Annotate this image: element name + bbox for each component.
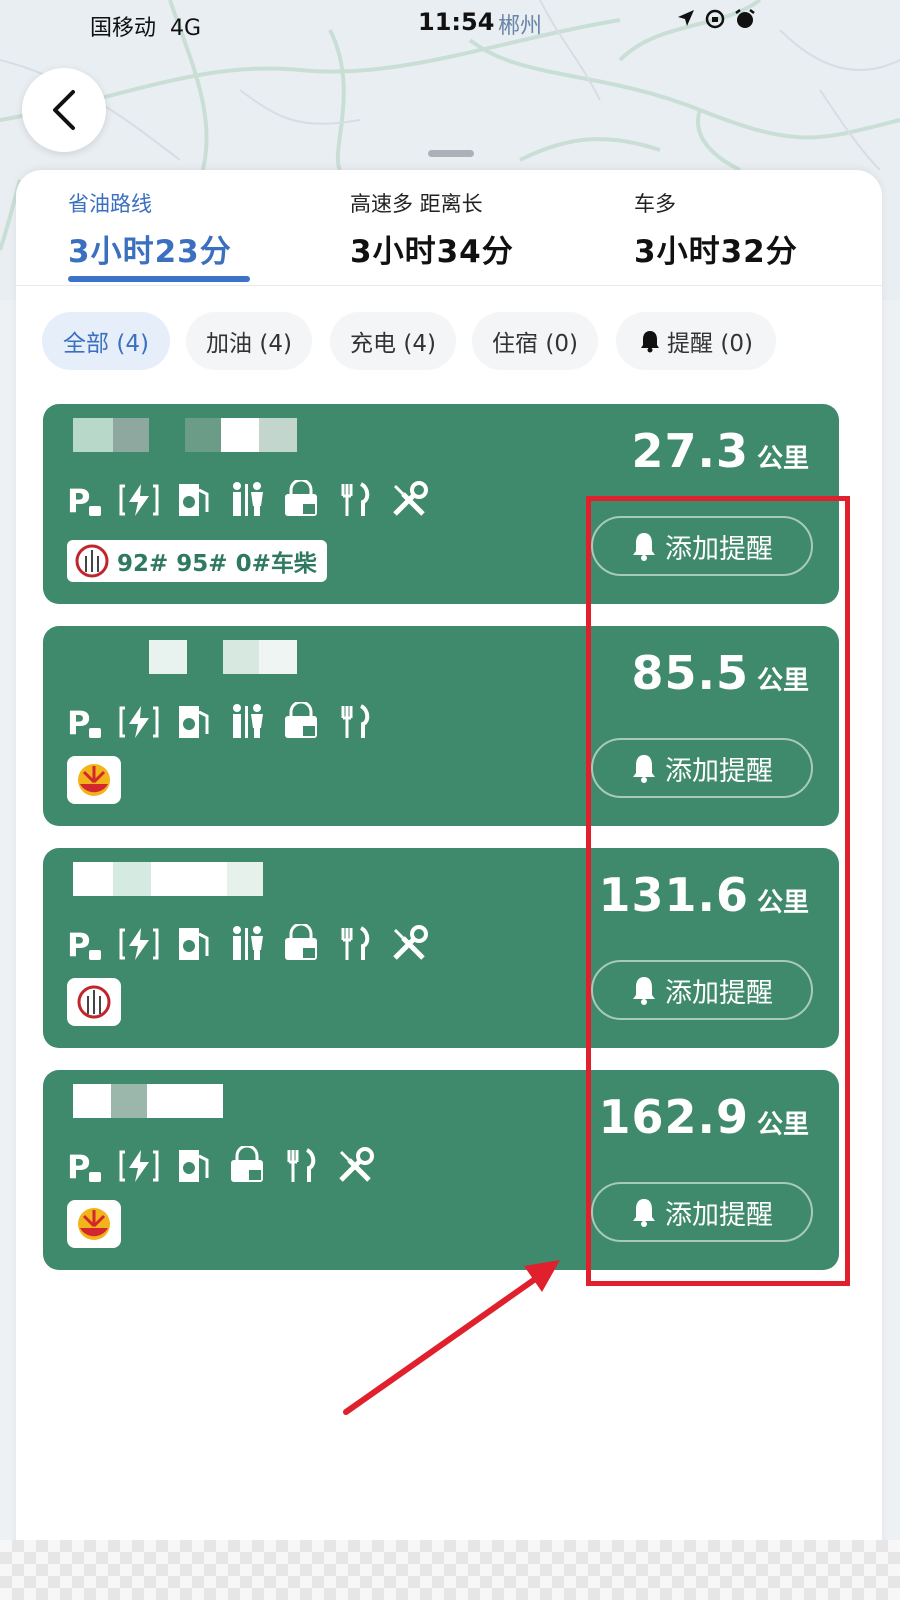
route-label: 车多 (634, 192, 676, 216)
fuel-pump-icon (173, 480, 213, 520)
charging-icon (119, 702, 159, 742)
repair-icon (389, 924, 429, 964)
svg-text:P: P (67, 1148, 90, 1186)
restroom-icon (227, 480, 267, 520)
store-icon (281, 700, 321, 742)
filter-charging[interactable]: 充电 (4) (330, 312, 456, 370)
charging-icon (119, 1146, 159, 1186)
sinopec-logo (73, 542, 111, 580)
svg-text:P: P (67, 704, 90, 742)
chevron-left-icon (53, 90, 75, 130)
filter-lodging[interactable]: 住宿 (0) (472, 312, 598, 370)
sinopec-logo (67, 978, 121, 1026)
filter-all[interactable]: 全部 (4) (42, 312, 170, 370)
filter-reminder[interactable]: 提醒 (0) (616, 312, 776, 370)
charging-icon (119, 480, 159, 520)
status-bar: 国移动 4G 11:54 郴州 (0, 0, 900, 44)
restaurant-icon (281, 1146, 321, 1186)
restroom-icon (227, 924, 267, 964)
fuel-pump-icon (173, 1146, 213, 1186)
filter-chips: 全部 (4) 加油 (4) 充电 (4) 住宿 (0) 提醒 (0) (42, 312, 862, 372)
route-tabs: 省油路线 3小时23分 高速多 距离长 3小时34分 车多 3小时32分 (16, 170, 882, 286)
clock: 11:54 (418, 8, 495, 36)
repair-icon (335, 1146, 375, 1186)
filter-reminder-label: 提醒 (0) (667, 331, 753, 357)
route-time: 3小时32分 (634, 234, 798, 270)
route-time: 3小时23分 (68, 234, 232, 270)
parking-icon: P (65, 924, 105, 964)
petrochina-logo (67, 1200, 121, 1248)
status-icons (676, 8, 756, 30)
store-icon (281, 478, 321, 520)
active-tab-indicator (68, 276, 250, 282)
restaurant-icon (335, 924, 375, 964)
transparent-backdrop (0, 1540, 900, 1600)
svg-text:P: P (67, 926, 90, 964)
fuel-pump-icon (173, 924, 213, 964)
amenity-icons: P (65, 1144, 375, 1186)
fuel-pump-icon (173, 702, 213, 742)
location-arrow-icon (678, 10, 694, 26)
amenity-icons: P (65, 478, 429, 520)
tab-route-2[interactable]: 高速多 距离长 3小时34分 (350, 188, 514, 271)
parking-icon: P (65, 702, 105, 742)
alarm-icon (735, 9, 755, 28)
restaurant-icon (335, 702, 375, 742)
redacted-station-name (73, 418, 297, 452)
svg-text:P: P (67, 482, 90, 520)
charging-icon (119, 924, 159, 964)
repair-icon (389, 480, 429, 520)
restaurant-icon (335, 480, 375, 520)
current-city: 郴州 (498, 14, 543, 39)
carrier-label: 国移动 4G (90, 16, 202, 41)
store-icon (281, 922, 321, 964)
route-label: 省油路线 (68, 192, 152, 216)
store-icon (227, 1144, 267, 1186)
parking-icon: P (65, 1146, 105, 1186)
back-button[interactable] (22, 68, 106, 152)
redacted-station-name (73, 862, 263, 896)
sheet-drag-handle[interactable] (428, 150, 474, 157)
fuel-types-badge: 92# 95# 0#车柴 (67, 540, 327, 582)
redacted-station-name (73, 640, 297, 674)
route-time: 3小时34分 (350, 234, 514, 270)
amenity-icons: P (65, 922, 429, 964)
parking-icon: P (65, 480, 105, 520)
restroom-icon (227, 702, 267, 742)
distance-unit: 公里 (756, 444, 809, 474)
annotation-highlight-box (586, 496, 850, 1286)
tab-route-3[interactable]: 车多 3小时32分 (634, 188, 798, 271)
route-label: 高速多 距离长 (350, 192, 483, 216)
station-distance: 27.3 公里 (631, 424, 809, 478)
distance-value: 27.3 (631, 424, 749, 478)
rotation-lock-icon (705, 9, 725, 29)
tab-route-1[interactable]: 省油路线 3小时23分 (68, 188, 232, 271)
petrochina-logo (67, 756, 121, 804)
fuel-types: 92# 95# 0#车柴 (117, 551, 317, 577)
filter-fuel[interactable]: 加油 (4) (186, 312, 312, 370)
amenity-icons: P (65, 700, 375, 742)
bell-icon (641, 331, 660, 353)
redacted-station-name (73, 1084, 223, 1118)
